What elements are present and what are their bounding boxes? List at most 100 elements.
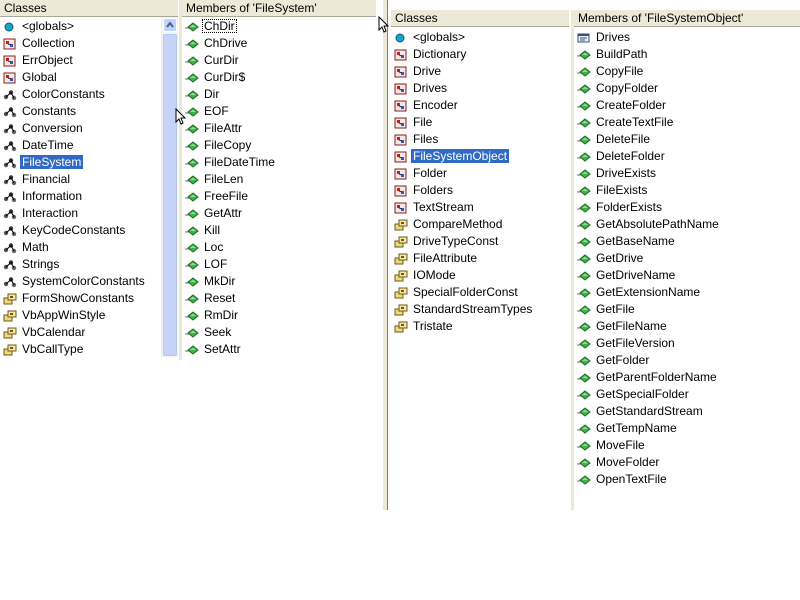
left-class-item[interactable]: VbCallType <box>0 341 162 358</box>
left-member-item[interactable]: ChDrive <box>182 35 376 52</box>
left-class-item[interactable]: FileSystem <box>0 154 162 171</box>
right-class-item[interactable]: FileSystemObject <box>391 148 569 165</box>
left-members-header[interactable]: Members of 'FileSystem' <box>182 0 376 17</box>
left-class-item[interactable]: ErrObject <box>0 52 162 69</box>
left-class-item[interactable]: Interaction <box>0 205 162 222</box>
right-class-item[interactable]: Drive <box>391 63 569 80</box>
left-member-item[interactable]: Seek <box>182 324 376 341</box>
left-member-item[interactable]: Loc <box>182 239 376 256</box>
left-class-item[interactable]: Conversion <box>0 120 162 137</box>
right-member-item[interactable]: GetExtensionName <box>574 284 800 301</box>
right-class-item[interactable]: Encoder <box>391 97 569 114</box>
right-member-item-label: GetFile <box>596 302 635 317</box>
left-member-item[interactable]: FileLen <box>182 171 376 188</box>
right-member-item[interactable]: CopyFile <box>574 63 800 80</box>
left-class-item-label: FileSystem <box>20 155 84 170</box>
right-member-item[interactable]: GetStandardStream <box>574 403 800 420</box>
right-member-item[interactable]: MoveFolder <box>574 454 800 471</box>
left-class-item[interactable]: VbAppWinStyle <box>0 307 162 324</box>
right-member-item[interactable]: GetFile <box>574 301 800 318</box>
right-class-item[interactable]: File <box>391 114 569 131</box>
right-member-item[interactable]: Drives <box>574 29 800 46</box>
right-class-item[interactable]: Files <box>391 131 569 148</box>
left-member-item[interactable]: GetAttr <box>182 205 376 222</box>
left-member-item[interactable]: MkDir <box>182 273 376 290</box>
right-member-item[interactable]: GetFolder <box>574 352 800 369</box>
right-class-item[interactable]: TextStream <box>391 199 569 216</box>
right-member-item[interactable]: BuildPath <box>574 46 800 63</box>
left-member-item-label: Seek <box>204 325 232 340</box>
right-member-item[interactable]: OpenTextFile <box>574 471 800 488</box>
left-member-item[interactable]: Kill <box>182 222 376 239</box>
left-class-item[interactable]: KeyCodeConstants <box>0 222 162 239</box>
right-members-header[interactable]: Members of 'FileSystemObject' <box>574 10 800 27</box>
left-classes-scrollbar[interactable] <box>161 17 178 357</box>
method-icon <box>577 304 591 316</box>
right-member-item[interactable]: CreateFolder <box>574 97 800 114</box>
left-member-item[interactable]: RmDir <box>182 307 376 324</box>
right-class-item[interactable]: Folder <box>391 165 569 182</box>
right-member-item[interactable]: GetAbsolutePathName <box>574 216 800 233</box>
right-member-item[interactable]: MoveFile <box>574 437 800 454</box>
right-class-item[interactable]: IOMode <box>391 267 569 284</box>
right-class-item[interactable]: DriveTypeConst <box>391 233 569 250</box>
left-classes-header[interactable]: Classes <box>0 0 179 17</box>
right-class-item[interactable]: StandardStreamTypes <box>391 301 569 318</box>
left-member-item[interactable]: FileAttr <box>182 120 376 137</box>
method-icon <box>577 423 591 435</box>
left-member-item[interactable]: SetAttr <box>182 341 376 358</box>
left-member-item[interactable]: Reset <box>182 290 376 307</box>
right-member-item[interactable]: DeleteFolder <box>574 148 800 165</box>
right-member-item[interactable]: GetSpecialFolder <box>574 386 800 403</box>
left-member-item[interactable]: FileCopy <box>182 137 376 154</box>
left-class-item[interactable]: ColorConstants <box>0 86 162 103</box>
right-class-item[interactable]: CompareMethod <box>391 216 569 233</box>
window-splitter[interactable] <box>382 0 388 510</box>
left-class-item[interactable]: Math <box>0 239 162 256</box>
left-class-item[interactable]: SystemColorConstants <box>0 273 162 290</box>
left-member-item[interactable]: CurDir <box>182 52 376 69</box>
left-member-item[interactable]: FreeFile <box>182 188 376 205</box>
scroll-thumb[interactable] <box>163 34 177 356</box>
right-member-item[interactable]: FolderExists <box>574 199 800 216</box>
left-class-item[interactable]: DateTime <box>0 137 162 154</box>
left-class-item[interactable]: Collection <box>0 35 162 52</box>
right-member-item[interactable]: GetFileName <box>574 318 800 335</box>
right-member-item[interactable]: DriveExists <box>574 165 800 182</box>
left-class-item[interactable]: <globals> <box>0 18 162 35</box>
right-member-item[interactable]: GetBaseName <box>574 233 800 250</box>
right-member-item[interactable]: GetDrive <box>574 250 800 267</box>
scroll-up-button[interactable] <box>163 18 177 32</box>
right-member-item[interactable]: GetParentFolderName <box>574 369 800 386</box>
right-class-item[interactable]: <globals> <box>391 29 569 46</box>
left-member-item[interactable]: CurDir$ <box>182 69 376 86</box>
left-member-item[interactable]: FileDateTime <box>182 154 376 171</box>
method-icon <box>185 72 199 84</box>
right-member-item[interactable]: DeleteFile <box>574 131 800 148</box>
left-class-item[interactable]: FormShowConstants <box>0 290 162 307</box>
right-class-item[interactable]: SpecialFolderConst <box>391 284 569 301</box>
right-member-item[interactable]: GetDriveName <box>574 267 800 284</box>
left-class-item[interactable]: Constants <box>0 103 162 120</box>
right-class-item[interactable]: FileAttribute <box>391 250 569 267</box>
left-class-item[interactable]: Global <box>0 69 162 86</box>
right-member-item[interactable]: GetFileVersion <box>574 335 800 352</box>
right-class-item[interactable]: Folders <box>391 182 569 199</box>
right-member-item[interactable]: CreateTextFile <box>574 114 800 131</box>
left-class-item[interactable]: Strings <box>0 256 162 273</box>
right-class-item[interactable]: Drives <box>391 80 569 97</box>
right-member-item[interactable]: CopyFolder <box>574 80 800 97</box>
left-member-item[interactable]: LOF <box>182 256 376 273</box>
left-member-item[interactable]: Dir <box>182 86 376 103</box>
left-class-item[interactable]: Information <box>0 188 162 205</box>
right-member-item[interactable]: FileExists <box>574 182 800 199</box>
enum-icon <box>394 287 408 299</box>
left-member-item[interactable]: ChDir <box>182 18 376 35</box>
right-class-item[interactable]: Dictionary <box>391 46 569 63</box>
left-member-item[interactable]: EOF <box>182 103 376 120</box>
right-class-item[interactable]: Tristate <box>391 318 569 335</box>
right-member-item[interactable]: GetTempName <box>574 420 800 437</box>
right-classes-header[interactable]: Classes <box>391 10 569 27</box>
left-class-item[interactable]: Financial <box>0 171 162 188</box>
left-class-item[interactable]: VbCalendar <box>0 324 162 341</box>
